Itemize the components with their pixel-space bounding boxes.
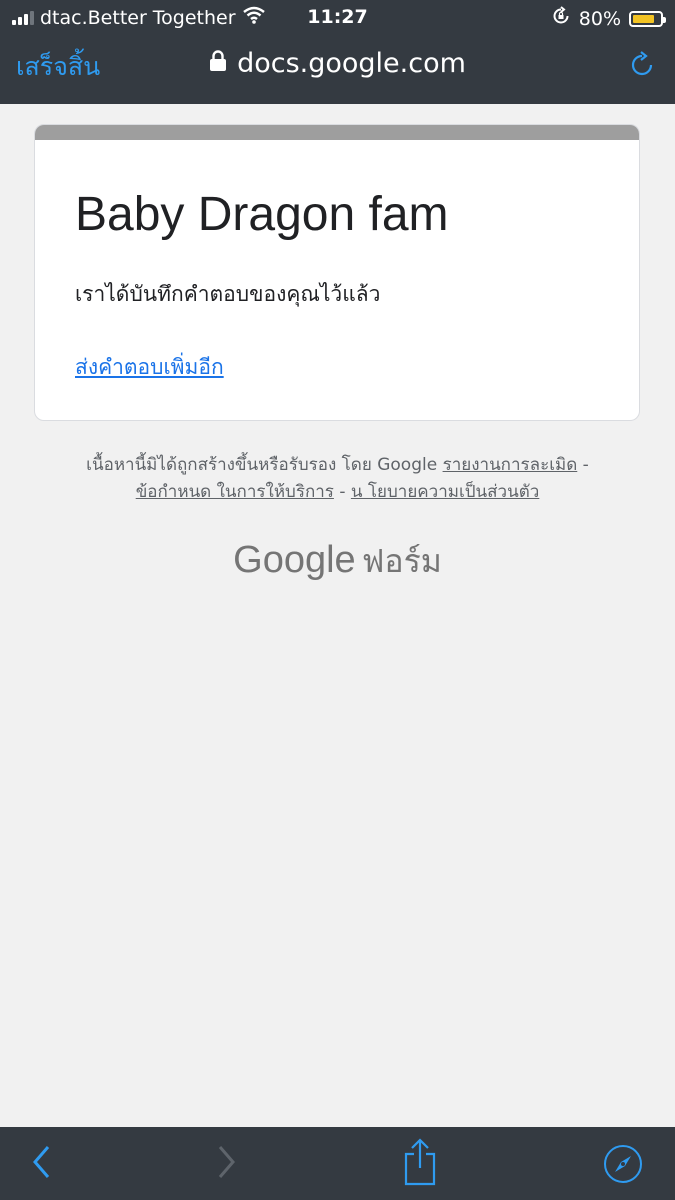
back-icon[interactable] xyxy=(28,1143,56,1185)
share-icon[interactable] xyxy=(402,1138,438,1190)
terms-link[interactable]: ข้อกำหนด ในการให้บริการ xyxy=(136,482,334,502)
disclaimer-text: เนื้อหานี้มิได้ถูกสร้างขึ้นหรือรับรอง โด… xyxy=(86,455,438,475)
footer-disclaimer: เนื้อหานี้มิได้ถูกสร้างขึ้นหรือรับรอง โด… xyxy=(0,452,675,506)
separator: - xyxy=(339,482,346,502)
report-abuse-link[interactable]: รายงานการละเมิด xyxy=(443,455,578,475)
url-text: docs.google.com xyxy=(237,48,466,79)
reload-icon[interactable] xyxy=(627,50,657,84)
address-bar[interactable]: docs.google.com xyxy=(0,48,675,79)
browser-toolbar xyxy=(0,1127,675,1200)
card-header-bar xyxy=(35,125,639,140)
status-right: 80% xyxy=(551,6,666,31)
brand-forms: ฟอร์ม xyxy=(361,542,442,580)
battery-level xyxy=(633,14,654,23)
confirmation-message: เราได้บันทึกคำตอบของคุณไว้แล้ว xyxy=(75,282,381,306)
separator: - xyxy=(582,455,589,475)
submit-another-link[interactable]: ส่งคำตอบเพิ่มอีก xyxy=(75,351,224,384)
confirmation-card: Baby Dragon fam เราได้บันทึกคำตอบของคุณไ… xyxy=(34,124,640,421)
browser-nav-bar: เสร็จสิ้น docs.google.com xyxy=(0,34,675,104)
compass-icon[interactable] xyxy=(603,1144,643,1188)
form-title: Baby Dragon fam xyxy=(75,188,449,241)
google-forms-logo[interactable]: Google ฟอร์ม xyxy=(0,536,675,587)
battery-percent: 80% xyxy=(578,7,621,30)
privacy-link[interactable]: น โยบายความเป็นส่วนตัว xyxy=(351,482,539,502)
lock-icon xyxy=(209,48,227,79)
forward-icon[interactable] xyxy=(212,1143,240,1185)
rotation-lock-icon xyxy=(551,6,571,31)
status-bar: dtac.Better Together 11:27 80% xyxy=(0,0,675,34)
brand-google: Google xyxy=(233,539,356,581)
battery-icon xyxy=(629,10,666,27)
